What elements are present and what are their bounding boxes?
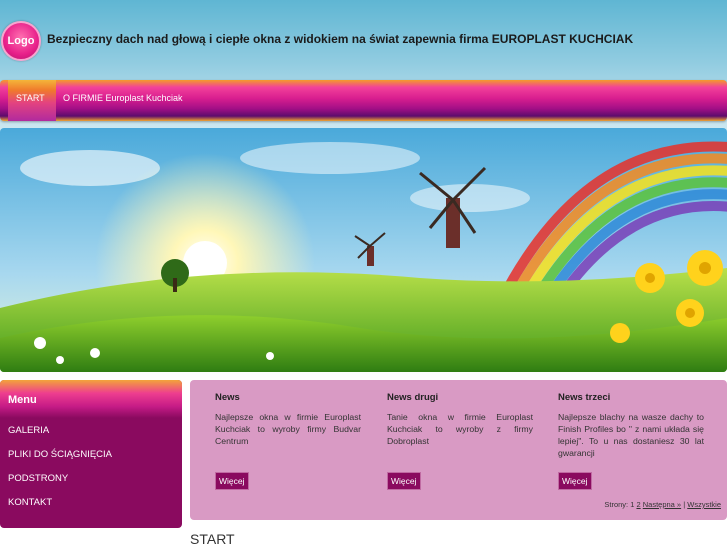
news-section: News Najlepsze okna w firmie Europlast K…: [190, 380, 727, 520]
site-slogan: Bezpieczny dach nad głową i ciepłe okna …: [47, 32, 634, 46]
page-title: START: [190, 531, 235, 545]
news-title[interactable]: News: [215, 392, 361, 403]
sidebar-item-galeria[interactable]: GALERIA: [0, 419, 182, 443]
pager-separator: |: [683, 500, 686, 509]
header: Logo Bezpieczny dach nad głową i ciepłe …: [0, 0, 727, 80]
sidebar-item-podstrony[interactable]: PODSTRONY: [0, 467, 182, 491]
pager-next[interactable]: Następna »: [643, 500, 681, 509]
nav-item-o-firmie[interactable]: O FIRMIE Europlast Kuchciak: [63, 93, 183, 103]
news-text: Tanie okna w firmie Europlast Kuchciak t…: [387, 412, 533, 446]
logo[interactable]: Logo: [1, 21, 41, 61]
news-item: News drugi Tanie okna w firmie Europlast…: [387, 392, 533, 447]
news-text: Najlepsze okna w firmie Europlast Kuchci…: [215, 412, 361, 446]
nav-item-start[interactable]: START: [16, 93, 45, 103]
header-banner-image: [0, 128, 727, 372]
pagination: Strony: 1 2 Następna » | Wszystkie: [604, 500, 721, 509]
news-text: Najlepsze blachy na wasze dachy to Finis…: [558, 412, 704, 458]
sidebar-item-kontakt[interactable]: KONTAKT: [0, 491, 182, 515]
news-more-button[interactable]: Więcej: [558, 472, 592, 490]
news-title[interactable]: News trzeci: [558, 392, 704, 403]
news-item: News Najlepsze okna w firmie Europlast K…: [215, 392, 361, 447]
rainbow-landscape-image: [0, 128, 727, 372]
pager-label: Strony: 1: [604, 500, 635, 509]
pager-page-2[interactable]: 2: [636, 500, 640, 509]
sidebar-menu: Menu GALERIA PLIKI DO ŚCIĄGNIĘCIA PODSTR…: [0, 380, 182, 528]
sidebar-item-pliki[interactable]: PLIKI DO ŚCIĄGNIĘCIA: [0, 443, 182, 467]
news-item: News trzeci Najlepsze blachy na wasze da…: [558, 392, 704, 459]
sidebar-title: Menu: [0, 380, 182, 418]
news-more-button[interactable]: Więcej: [387, 472, 421, 490]
news-title[interactable]: News drugi: [387, 392, 533, 403]
main-navigation: START O FIRMIE Europlast Kuchciak: [0, 80, 727, 121]
news-more-button[interactable]: Więcej: [215, 472, 249, 490]
pager-all[interactable]: Wszystkie: [687, 500, 721, 509]
